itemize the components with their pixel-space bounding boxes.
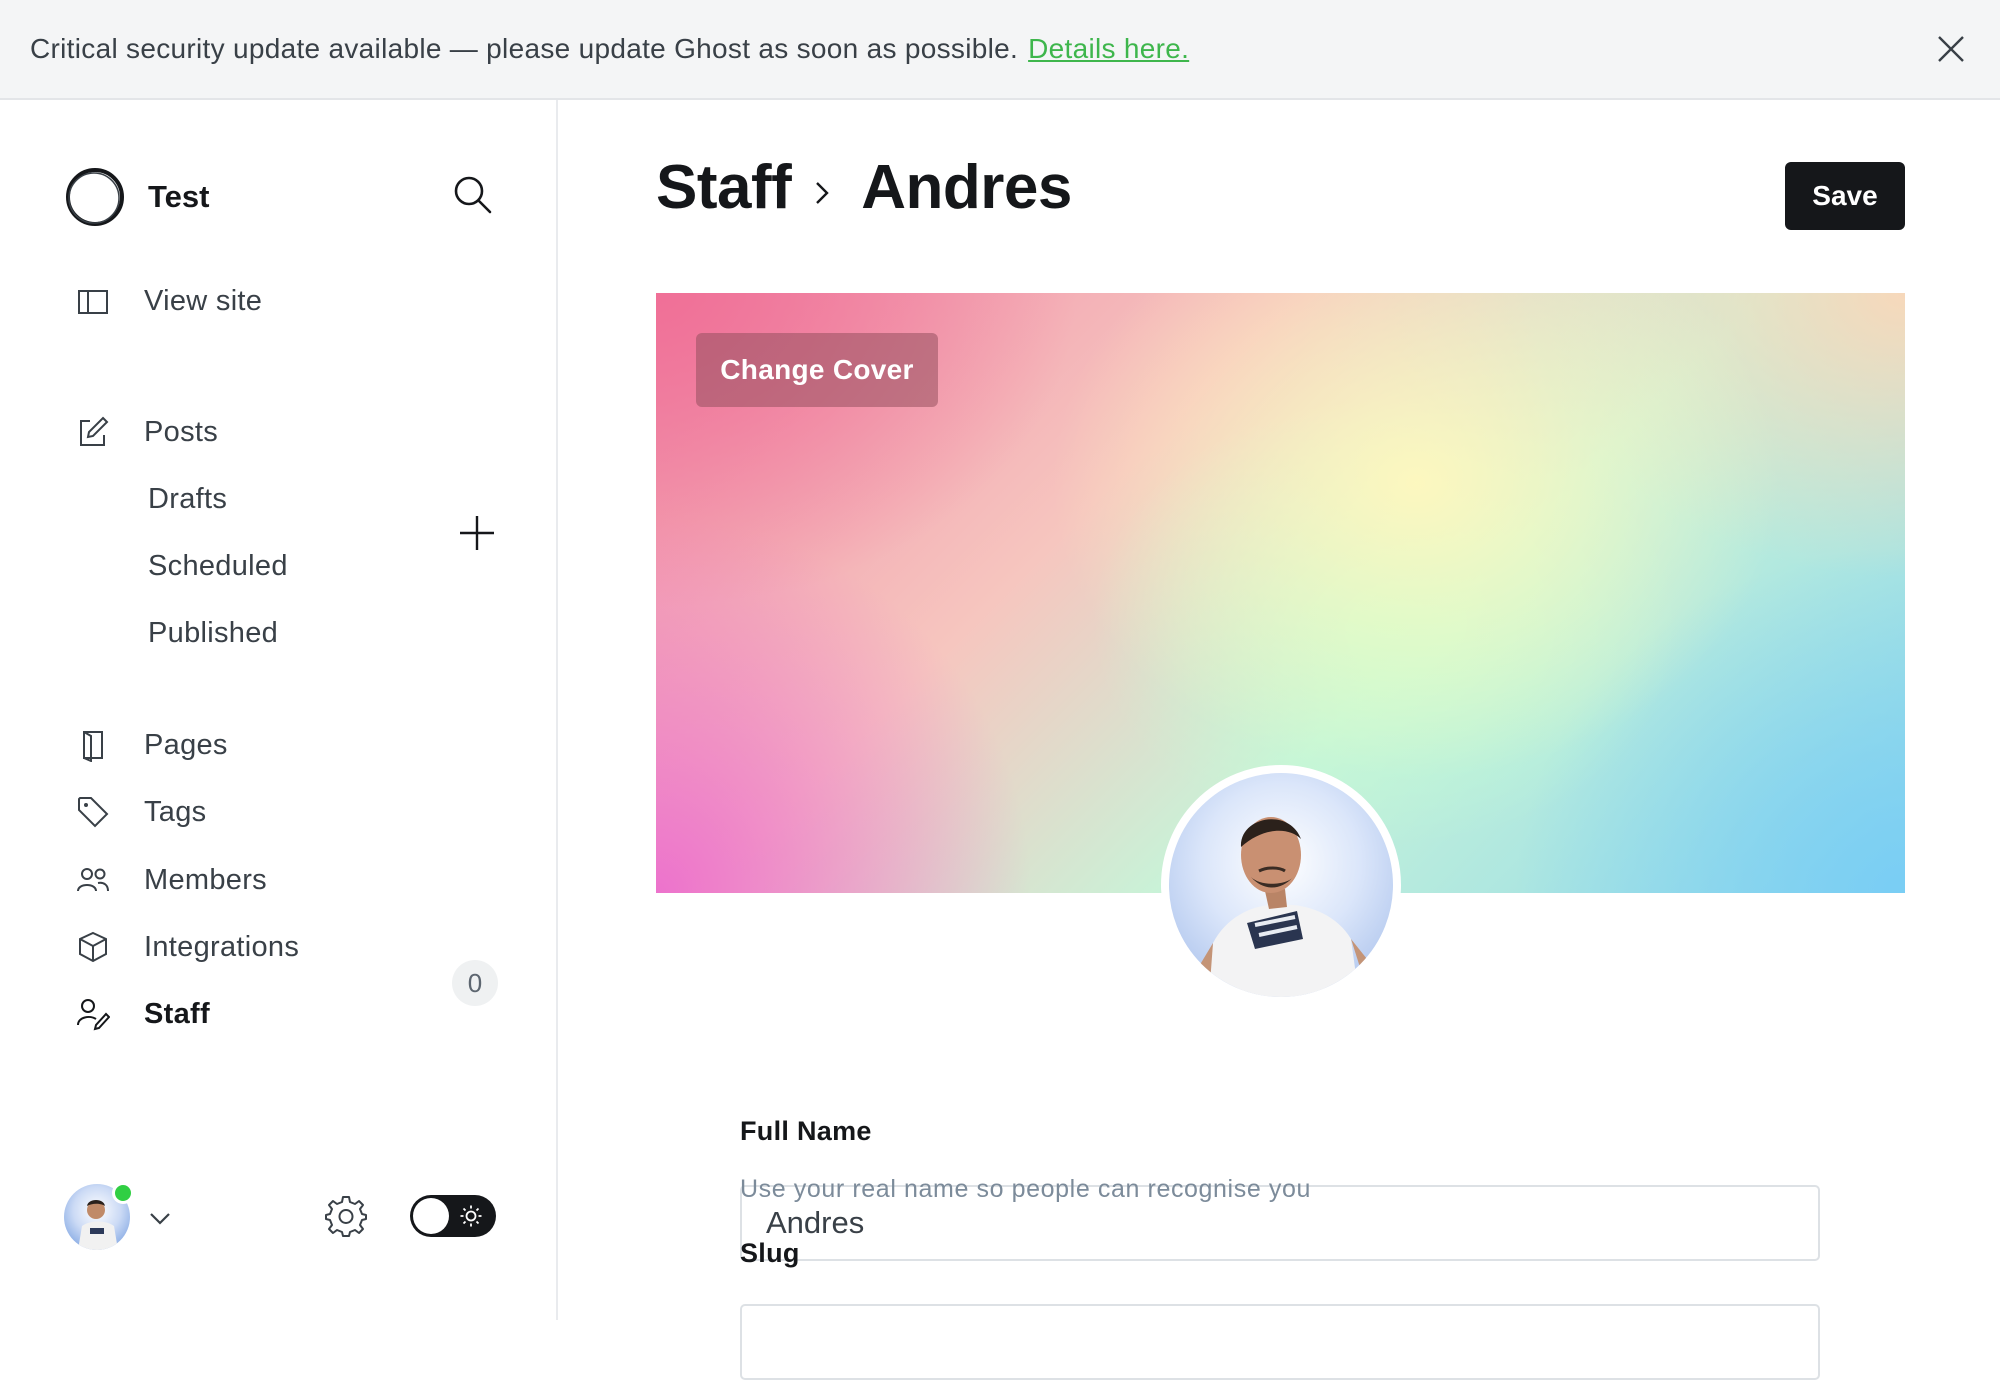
online-status-dot [112,1182,134,1204]
plus-icon[interactable] [458,514,496,552]
pages-icon [83,731,103,762]
security-update-banner: Critical security update available — ple… [0,0,2000,100]
sidebar-item-pages[interactable]: Pages [76,728,228,762]
chevron-down-icon[interactable] [148,1206,172,1230]
sidebar-item-label: Posts [144,415,219,448]
sidebar-item-tags[interactable]: Tags [76,795,206,829]
save-button[interactable]: Save [1785,162,1905,230]
staff-icon [77,999,110,1031]
full-name-hint: Use your real name so people can recogni… [740,1175,1311,1203]
tags-icon [78,797,109,828]
sidebar-item-members[interactable]: Members [76,863,267,897]
banner-message: Critical security update available — ple… [30,33,1019,64]
members-count-badge: 0 [452,960,498,1006]
site-brand[interactable]: Test [64,166,209,228]
sidebar-item-view-site[interactable]: View site [76,284,262,318]
toggle-knob [413,1198,449,1234]
banner-details-link[interactable]: Details here. [1028,33,1189,65]
integrations-icon [79,931,107,963]
search-icon[interactable] [452,174,494,216]
sun-icon [460,1205,482,1227]
page-title: Andres [861,153,1072,222]
site-name: Test [148,179,210,214]
breadcrumb: Staff Andres [656,152,1072,223]
sidebar-item-label: Pages [144,728,228,761]
chevron-right-icon [816,181,829,204]
slug-label: Slug [740,1238,800,1268]
main-content: Staff Andres Save Change Cover Full Name… [560,100,2000,1380]
sidebar-item-label: Tags [144,795,207,828]
sidebar-item-staff[interactable]: Staff [76,997,210,1031]
sidebar-item-label: View site [144,284,263,317]
sidebar-item-label: Staff [144,997,210,1030]
sidebar-item-label: Members [144,863,267,896]
members-icon [77,868,109,892]
profile-photo [1195,817,1375,997]
full-name-label: Full Name [740,1116,872,1146]
close-icon[interactable] [1936,34,1966,64]
breadcrumb-staff[interactable]: Staff [656,152,792,223]
sidebar-item-published[interactable]: Published [148,617,278,650]
posts-icon [80,416,109,446]
sidebar-item-drafts[interactable]: Drafts [148,483,227,516]
sidebar-item-label: Integrations [144,930,300,963]
sidebar: Test View site Posts Drafts Scheduled Pu… [0,100,558,1320]
change-cover-button[interactable]: Change Cover [696,333,938,407]
theme-toggle[interactable] [410,1195,496,1237]
sidebar-item-posts[interactable]: Posts [76,415,218,449]
slug-input[interactable] [740,1304,1820,1380]
gear-icon[interactable] [324,1194,368,1238]
sidebar-item-integrations[interactable]: Integrations [76,930,299,964]
sidebar-item-scheduled[interactable]: Scheduled [148,550,288,583]
site-logo-icon [66,168,124,226]
view-site-icon [78,290,108,314]
profile-picture[interactable] [1161,765,1401,1005]
